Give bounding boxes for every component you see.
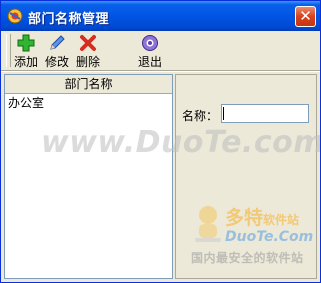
add-button[interactable]: 添加 xyxy=(12,31,40,69)
watermark-logo: 多特软件站 DuoTe.Com 国内最安全的软件站 xyxy=(191,201,319,276)
app-icon xyxy=(7,8,23,24)
exit-button[interactable]: 退出 xyxy=(136,31,164,69)
edit-button-label: 修改 xyxy=(44,55,69,69)
text-caret xyxy=(223,107,224,120)
name-field-label: 名称： xyxy=(182,109,219,123)
delete-button[interactable]: 删除 xyxy=(74,31,102,69)
close-icon: ✕ xyxy=(299,7,312,25)
toolbar: 添加 修改 删除 退出 xyxy=(4,31,317,70)
column-header-department-name[interactable]: 部门名称 xyxy=(5,75,172,94)
toolbar-divider xyxy=(1,70,320,72)
department-list[interactable]: 部门名称 办公室 xyxy=(4,74,173,279)
plus-icon xyxy=(17,34,35,52)
watermark-slogan: 国内最安全的软件站 xyxy=(191,251,304,265)
watermark-text: www.DuoTe.com xyxy=(41,125,321,160)
watermark-site: DuoTe.Com xyxy=(225,229,314,245)
close-button[interactable]: ✕ xyxy=(295,6,316,27)
toolbar-grip[interactable] xyxy=(6,34,11,67)
edit-button[interactable]: 修改 xyxy=(43,31,71,69)
watermark-brand: 多特软件站 xyxy=(225,207,300,229)
title-bar[interactable]: 部门名称管理 ✕ xyxy=(1,1,320,31)
name-field[interactable] xyxy=(221,104,309,123)
exit-button-label: 退出 xyxy=(137,55,162,69)
cross-icon xyxy=(79,34,97,52)
window-title: 部门名称管理 xyxy=(28,12,110,27)
delete-button-label: 删除 xyxy=(75,55,100,69)
list-item[interactable]: 办公室 xyxy=(5,94,172,112)
app-window: 部门名称管理 ✕ 添加 修改 删除 退出 部门名称 办公室 名称： www.Du… xyxy=(0,0,321,283)
mascot-icon xyxy=(193,204,223,244)
add-button-label: 添加 xyxy=(13,55,38,69)
exit-icon xyxy=(141,34,159,52)
pencil-icon xyxy=(48,34,66,52)
